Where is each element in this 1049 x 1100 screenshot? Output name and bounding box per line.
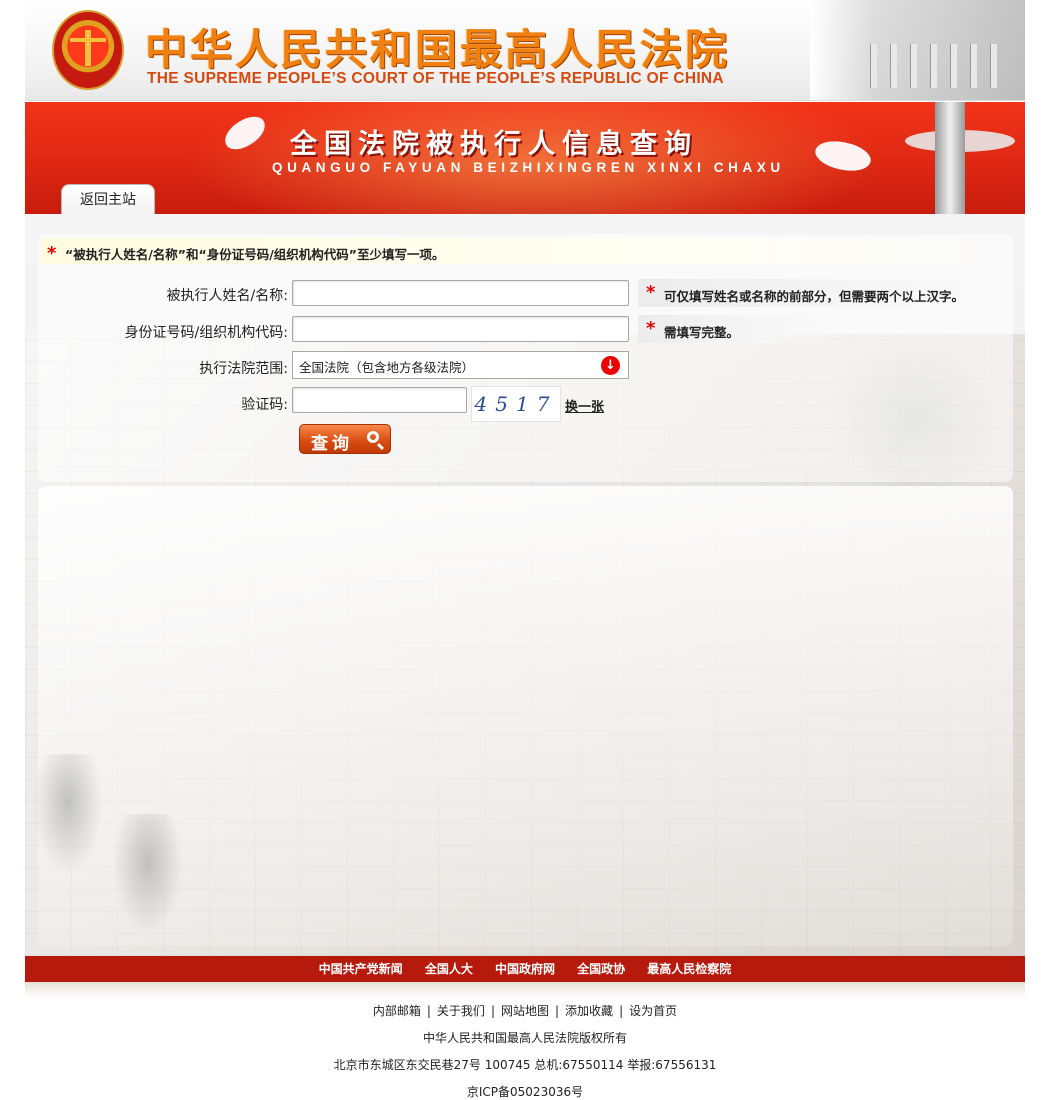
result-area [38, 486, 1013, 946]
down-arrow-circle-icon[interactable]: ↓ [601, 356, 620, 375]
id-hint: * 需填写完整。 [638, 315, 838, 343]
footer-links: 内部邮箱 | 关于我们 | 网站地图 | 添加收藏 | 设为首页 [25, 1002, 1025, 1019]
stone-lion-image [33, 754, 103, 874]
footer-nav-link-cppcc[interactable]: 全国政协 [577, 962, 625, 976]
query-banner: 全国法院被执行人信息查询 QUANGUO FAYUAN BEIZHIXINGRE… [25, 102, 1025, 214]
star-icon: * [47, 243, 57, 264]
site-title-cn: 中华人民共和国最高人民法院 [145, 25, 731, 74]
huabiao-pillar-icon [935, 102, 965, 214]
id-input[interactable] [292, 316, 629, 342]
separator: | [619, 1004, 624, 1018]
icp-text: 京ICP备05023036号 [466, 1085, 584, 1099]
footer-nav-link-procuratorate[interactable]: 最高人民检察院 [647, 962, 731, 976]
site-title-en: THE SUPREME PEOPLE’S COURT OF THE PEOPLE… [147, 70, 724, 87]
search-button[interactable]: 查询 [299, 424, 391, 454]
content-area: * “被执行人姓名/名称”和“身份证号码/组织机构代码”至少填写一项。 被执行人… [25, 214, 1025, 956]
separator: | [555, 1004, 560, 1018]
court-range-select[interactable]: 全国法院（包含地方各级法院） ↓ [292, 351, 629, 379]
separator: | [426, 1004, 431, 1018]
stone-lion-image [113, 814, 183, 934]
separator: | [490, 1004, 495, 1018]
banner-title-en: QUANGUO FAYUAN BEIZHIXINGREN XINXI CHAXU [272, 160, 785, 175]
footer-nav-link-npc[interactable]: 全国人大 [425, 962, 473, 976]
star-icon: * [646, 282, 656, 303]
footer-divider [25, 982, 1025, 998]
back-to-main-site-tab[interactable]: 返回主站 [61, 184, 155, 214]
name-input[interactable] [292, 280, 629, 306]
search-button-label: 查询 [311, 434, 353, 454]
court-building-image [810, 0, 1025, 100]
footer-link-about[interactable]: 关于我们 [437, 1004, 485, 1018]
id-hint-text: 需填写完整。 [664, 325, 740, 340]
captcha-label: 验证码: [241, 397, 288, 413]
copyright-text: 中华人民共和国最高人民法院版权所有 [422, 1031, 627, 1045]
captcha-image[interactable]: 4517 [471, 386, 561, 422]
magnifier-icon [367, 431, 379, 443]
court-emblem-icon [52, 10, 124, 90]
site-header: 中华人民共和国最高人民法院 THE SUPREME PEOPLE’S COURT… [25, 0, 1025, 101]
footer-nav: 中国共产党新闻 全国人大 中国政府网 全国政协 最高人民检察院 [25, 956, 1025, 982]
name-hint: * 可仅填写姓名或名称的前部分，但需要两个以上汉字。 [638, 279, 1008, 307]
required-notice: * “被执行人姓名/名称”和“身份证号码/组织机构代码”至少填写一项。 [41, 238, 1008, 264]
id-label: 身份证号码/组织机构代码: [124, 325, 288, 341]
footer-nav-link-cpc-news[interactable]: 中国共产党新闻 [319, 962, 403, 976]
page: 中华人民共和国最高人民法院 THE SUPREME PEOPLE’S COURT… [25, 0, 1025, 1100]
captcha-input[interactable] [292, 387, 467, 413]
court-range-value: 全国法院（包含地方各级法院） [299, 360, 475, 375]
footer-nav-link-gov[interactable]: 中国政府网 [495, 962, 555, 976]
name-label: 被执行人姓名/名称: [166, 288, 288, 304]
banner-title-cn: 全国法院被执行人信息查询 [290, 129, 698, 160]
footer-link-internal-mail[interactable]: 内部邮箱 [373, 1004, 421, 1018]
name-hint-text: 可仅填写姓名或名称的前部分，但需要两个以上汉字。 [664, 289, 965, 304]
required-notice-text: “被执行人姓名/名称”和“身份证号码/组织机构代码”至少填写一项。 [65, 247, 445, 262]
star-icon: * [646, 318, 656, 339]
footer-link-homepage[interactable]: 设为首页 [629, 1004, 677, 1018]
refresh-captcha-link[interactable]: 换一张 [565, 396, 604, 415]
address-text: 北京市东城区东交民巷27号 100745 总机:67550114 举报:6755… [333, 1058, 717, 1072]
footer-info: 内部邮箱 | 关于我们 | 网站地图 | 添加收藏 | 设为首页 中华人民共和国最高人民法院版权… [25, 1002, 1025, 1100]
footer-link-bookmark[interactable]: 添加收藏 [565, 1004, 613, 1018]
search-form: * “被执行人姓名/名称”和“身份证号码/组织机构代码”至少填写一项。 被执行人… [38, 234, 1013, 482]
footer-link-sitemap[interactable]: 网站地图 [501, 1004, 549, 1018]
court-range-label: 执行法院范围: [199, 361, 288, 377]
emblem-scale-bar [85, 30, 91, 66]
